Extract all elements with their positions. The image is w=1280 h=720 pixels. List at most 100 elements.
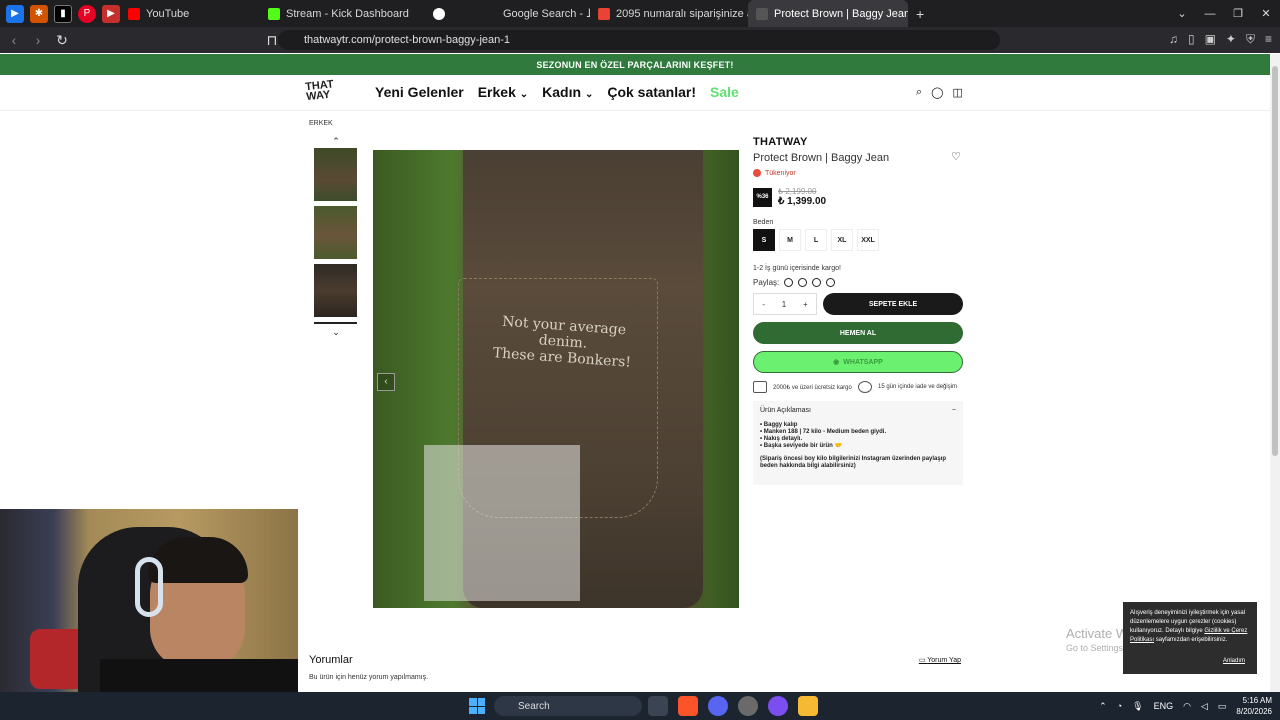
tab-label: YouTube: [146, 7, 190, 20]
tab-google[interactable]: Google Search - الغيط: [425, 0, 590, 27]
pinned-tab-app2-icon[interactable]: ▮: [54, 4, 72, 23]
thumbnail-2[interactable]: [314, 206, 357, 259]
vpn-icon[interactable]: ⛨: [1246, 32, 1255, 47]
add-to-cart-button[interactable]: SEPETE EKLE: [823, 293, 963, 315]
pinned-tab-video-icon[interactable]: ▶: [102, 4, 120, 23]
ai-icon[interactable]: ✦: [1226, 32, 1236, 47]
breadcrumb[interactable]: ERKEK: [309, 120, 333, 127]
product-brand[interactable]: THATWAY: [753, 136, 963, 148]
reviews-header: Yorumlar ▭ Yorum Yap: [309, 654, 961, 666]
network-icon[interactable]: ◔: [1117, 701, 1122, 711]
cookie-popup: Alışveriş deneyiminizi iyileştirmek için…: [1123, 602, 1257, 674]
chevron-down-icon: ⌄: [519, 89, 529, 100]
brave-icon[interactable]: [678, 696, 698, 716]
pinned-tab-spark-icon[interactable]: ✱: [30, 4, 48, 23]
mic-icon[interactable]: 🎙: [1132, 701, 1143, 712]
headphones: [135, 557, 163, 617]
tab-gmail[interactable]: 2095 numaralı siparişinize ait bir karg: [590, 0, 748, 27]
tab-list-icon[interactable]: ⌄: [1168, 7, 1196, 20]
thumb-down-icon[interactable]: ⌄: [314, 327, 358, 339]
telegram-share-icon[interactable]: [798, 278, 808, 287]
description-item: • Başka seviyede bir ürün 🤝: [760, 443, 842, 449]
webcam-overlay: [0, 509, 298, 692]
windows-start-icon[interactable]: [469, 698, 485, 714]
facebook-share-icon[interactable]: [812, 278, 822, 287]
collapse-icon[interactable]: −: [952, 407, 956, 414]
size-option[interactable]: S: [753, 229, 775, 251]
size-option[interactable]: XL: [831, 229, 853, 251]
clock[interactable]: 5:16 AM 8/20/2026: [1236, 695, 1272, 717]
obs-icon[interactable]: [738, 696, 758, 716]
discord-icon[interactable]: [708, 696, 728, 716]
whatsapp-share-icon[interactable]: [784, 278, 794, 287]
tab-youtube[interactable]: YouTube: [120, 0, 260, 27]
page-scrollbar[interactable]: [1270, 54, 1280, 692]
whatsapp-icon: ◉: [833, 359, 840, 366]
qty-value[interactable]: 1: [782, 300, 786, 309]
size-option[interactable]: L: [805, 229, 827, 251]
size-option[interactable]: M: [779, 229, 801, 251]
discount-badge: %36: [753, 187, 772, 207]
write-review-link[interactable]: ▭ Yorum Yap: [919, 656, 961, 664]
search-icon[interactable]: ⌕: [916, 86, 922, 99]
thumbnail-1[interactable]: [314, 148, 357, 201]
thumbnail-3[interactable]: [314, 264, 357, 317]
size-option[interactable]: XXL: [857, 229, 879, 251]
address-bar[interactable]: thatwaytr.com/protect-brown-baggy-jean-1: [278, 30, 1000, 50]
url-text: thatwaytr.com/protect-brown-baggy-jean-1: [304, 34, 511, 46]
whatsapp-button[interactable]: ◉ WHATSAPP: [753, 351, 963, 373]
site-logo[interactable]: THAT WAY: [305, 78, 349, 108]
scrollbar-thumb[interactable]: [1272, 66, 1278, 456]
qty-minus-button[interactable]: -: [762, 300, 765, 309]
promo-banner[interactable]: SEZONUN EN ÖZEL PARÇALARINI KEŞFET!: [0, 54, 1270, 75]
wifi-icon[interactable]: ◠: [1183, 701, 1191, 712]
back-icon[interactable]: ‹: [4, 32, 24, 48]
reload-icon[interactable]: ↻: [52, 32, 72, 49]
file-explorer-icon[interactable]: [798, 696, 818, 716]
prev-image-icon[interactable]: ‹: [377, 373, 395, 391]
nav-men[interactable]: Erkek ⌄: [478, 84, 528, 100]
tab-product-active[interactable]: Protect Brown | Baggy Jean ✕: [748, 0, 908, 27]
new-tab-button[interactable]: +: [908, 0, 932, 27]
qty-plus-button[interactable]: +: [803, 300, 808, 309]
menu-icon[interactable]: ≡: [1265, 32, 1272, 47]
language-indicator[interactable]: ENG: [1154, 701, 1174, 711]
speaker-icon[interactable]: ◁: [1201, 701, 1208, 712]
product-title: Protect Brown | Baggy Jean: [753, 152, 890, 164]
description-header[interactable]: Ürün Açıklaması −: [760, 407, 956, 414]
nav-new[interactable]: Yeni Gelenler: [375, 84, 464, 100]
stock-status: Tükeniyor: [753, 169, 963, 177]
close-window-button[interactable]: ✕: [1252, 7, 1280, 20]
pinned-tab-app-icon[interactable]: ▶: [6, 4, 24, 23]
nav-women[interactable]: Kadın ⌄: [542, 84, 593, 100]
maximize-button[interactable]: ❐: [1224, 7, 1252, 20]
buy-now-button[interactable]: HEMEN AL: [753, 322, 963, 344]
sidebar-icon[interactable]: ▯: [1188, 32, 1195, 47]
features-row: 2000₺ ve üzeri ücretsiz kargo 15 gün içi…: [753, 381, 963, 393]
thumb-up-icon[interactable]: ⌃: [314, 136, 358, 148]
product-main-image[interactable]: Not your average denim. These are Bonker…: [373, 150, 739, 608]
pinned-tab-pinterest-icon[interactable]: P: [78, 4, 96, 23]
app-icon[interactable]: [768, 696, 788, 716]
windows-taskbar: Search ⌃ ◔ 🎙 ENG ◠ ◁ ▭ 5:16 AM 8/20/2026: [0, 692, 1280, 720]
cart-icon[interactable]: ◫: [952, 86, 962, 99]
forward-icon[interactable]: ›: [28, 32, 48, 48]
zoom-lens: [424, 445, 580, 601]
description-item: • Nakış detaylı.: [760, 436, 803, 442]
pinterest-share-icon[interactable]: [826, 278, 836, 287]
thumbnail-gallery: ⌃ ⌄: [314, 136, 358, 339]
wishlist-heart-icon[interactable]: ♡: [951, 150, 961, 163]
task-view-icon[interactable]: [648, 696, 668, 716]
media-icon[interactable]: ♫: [1169, 32, 1178, 47]
tray-chevron-icon[interactable]: ⌃: [1099, 701, 1107, 712]
nav-women-label: Kadın: [542, 84, 582, 100]
cookie-accept-button[interactable]: Anladım: [1223, 657, 1245, 666]
nav-sale[interactable]: Sale: [710, 84, 739, 100]
taskbar-search[interactable]: Search: [494, 696, 642, 716]
user-icon[interactable]: ◯: [931, 86, 943, 99]
wallet-icon[interactable]: ▣: [1205, 32, 1216, 47]
battery-icon[interactable]: ▭: [1218, 701, 1227, 712]
minimize-button[interactable]: —: [1196, 8, 1224, 20]
nav-bestsellers[interactable]: Çok satanlar!: [607, 84, 696, 100]
tab-kick[interactable]: Stream - Kick Dashboard: [260, 0, 425, 27]
